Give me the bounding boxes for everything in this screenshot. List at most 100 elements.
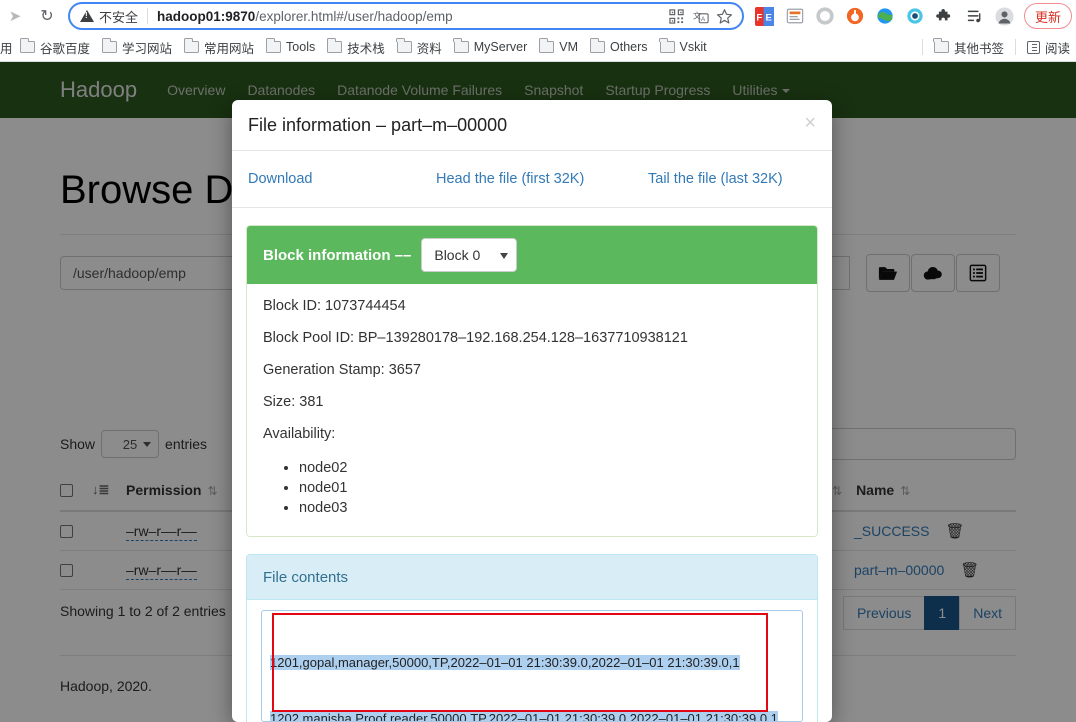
file-content-line-text: 1201,gopal,manager,50000,TP,2022–01–01 2… [270,655,740,670]
file-information-modal: File information – part–m–00000 × Downlo… [232,100,832,722]
bookmark-label: Others [610,40,648,54]
extensions-puzzle-icon[interactable] [932,4,958,28]
extension-icon-notes[interactable] [782,4,808,28]
file-contents-panel: File contents 1201,gopal,manager,50000,T… [246,554,818,722]
file-contents-textarea[interactable]: 1201,gopal,manager,50000,TP,2022–01–01 2… [261,610,803,722]
browser-toolbar: ➤ ↻ 不安全 hadoop01:9870/explorer.html#/use… [0,0,1076,32]
close-icon[interactable]: × [804,113,816,133]
svg-text:文: 文 [693,10,701,20]
file-contents-header: File contents [247,555,817,600]
folder-icon [183,38,200,53]
bookmark-item-6[interactable]: MyServer [448,35,533,59]
list-item: node02 [299,458,801,478]
download-link[interactable]: Download [248,171,436,187]
extension-icon-eye[interactable] [902,4,928,28]
folder-icon [589,38,605,53]
bookmark-label: 学习网站 [122,41,173,56]
file-content-line: 1201,gopal,manager,50000,TP,2022–01–01 2… [270,654,794,673]
extension-icon-circle[interactable] [812,4,838,28]
folder-icon [538,38,555,53]
svg-text:E: E [766,12,772,23]
browser-chrome: ➤ ↻ 不安全 hadoop01:9870/explorer.html#/use… [0,0,1076,62]
svg-text:F: F [757,12,763,23]
file-content-line-text: 1202,manisha,Proof reader,50000,TP,2022–… [270,710,778,721]
modal-action-links: Download Head the file (first 32K) Tail … [232,151,832,208]
availability-label: Availability: [263,426,336,442]
availability-list: node02 node01 node03 [263,458,801,518]
url-path: /explorer.html#/user/hadoop/emp [255,8,453,24]
url-host: hadoop01:9870 [157,8,256,24]
folder-icon [659,38,675,53]
bookmark-reading-list[interactable]: 阅读 [1021,35,1076,59]
forward-arrow-icon[interactable]: ➤ [2,3,28,29]
extension-icon-onion[interactable] [842,4,868,28]
omnibox-divider [147,8,149,24]
bookmark-item-2[interactable]: 常用网站 [178,35,260,59]
bookmark-label: MyServer [473,40,528,54]
block-select-value: Block 0 [434,247,481,263]
head-file-link[interactable]: Head the file (first 32K) [436,171,648,187]
folder-icon [453,38,469,53]
bookmark-item-5[interactable]: 资料 [391,35,448,59]
folder-icon [19,38,35,53]
svg-text:A: A [701,15,706,22]
tail-file-link[interactable]: Tail the file (last 32K) [648,171,783,187]
bookmark-label: 资料 [416,41,442,56]
list-item: node01 [299,478,801,498]
file-contents-body: 1201,gopal,manager,50000,TP,2022–01–01 2… [247,600,817,722]
list-item: node03 [299,498,801,518]
bookmark-label: Tools [286,40,316,54]
address-bar[interactable]: 不安全 hadoop01:9870/explorer.html#/user/ha… [68,2,744,30]
size-text: Size: 381 [263,394,324,410]
generation-stamp-text: Generation Stamp: 3657 [263,362,421,378]
block-information-panel: Block information –– Block 0 Block ID: 1… [246,225,818,537]
media-playlist-icon[interactable] [962,4,988,28]
bookmark-label: 技术栈 [347,41,385,56]
bookmark-label: 谷歌百度 [40,41,91,56]
translate-icon[interactable]: 文A [690,5,712,27]
folder-icon [326,38,343,53]
star-icon[interactable] [714,5,736,27]
qr-code-icon[interactable] [666,5,688,27]
bookmark-other-bookmarks[interactable]: 其他书签 [928,35,1010,59]
update-button[interactable]: 更新 [1023,3,1072,29]
block-information-label: Block information –– [263,246,412,264]
bookmark-item-7[interactable]: VM [533,35,584,59]
profile-avatar-icon[interactable] [992,4,1018,28]
bookmark-separator [1014,39,1016,55]
url-text[interactable]: hadoop01:9870/explorer.html#/user/hadoop… [157,9,664,24]
security-label: 不安全 [99,9,139,25]
bookmark-item-0[interactable]: 谷歌百度 [14,35,96,59]
warning-triangle-icon [80,10,94,22]
folder-icon [933,38,949,53]
folder-icon [396,38,412,53]
bookmark-label: Vskit [679,40,707,54]
block-panel-header: Block information –– Block 0 [247,226,817,284]
block-id-text: Block ID: 1073744454 [263,298,406,314]
file-content-line: 1202,manisha,Proof reader,50000,TP,2022–… [270,710,794,721]
bookmark-item-3[interactable]: Tools [260,35,321,59]
block-pool-id-text: Block Pool ID: BP–139280178–192.168.254.… [263,330,688,346]
modal-header: File information – part–m–00000 × [232,100,832,151]
bookmark-bar: 用 谷歌百度 学习网站 常用网站 Tools 技术栈 资料 MyServer V… [0,33,1076,61]
extension-icon-globe[interactable] [872,4,898,28]
block-select[interactable]: Block 0 [421,238,518,272]
bookmark-item-4[interactable]: 技术栈 [321,35,391,59]
extension-icons: FE 更新 [750,3,1076,29]
bookmark-label: VM [559,40,578,54]
bookmark-separator [921,39,923,55]
bookmark-item-9[interactable]: Vskit [654,35,713,59]
security-warning[interactable]: 不安全 [80,7,138,26]
bookmark-label: 其他书签 [953,41,1004,56]
reading-list-icon [1026,40,1040,54]
chevron-down-icon [500,253,509,259]
reload-icon[interactable]: ↻ [34,3,60,29]
extension-icon-fe[interactable]: FE [752,4,778,28]
bookmark-item-partial[interactable]: 用 [0,35,14,59]
bookmark-label: 阅读 [1044,41,1070,56]
block-panel-body: Block ID: 1073744454 Block Pool ID: BP–1… [247,284,817,536]
bookmark-item-8[interactable]: Others [584,35,654,59]
folder-icon [265,38,282,53]
file-contents-label: File contents [263,568,349,586]
bookmark-item-1[interactable]: 学习网站 [96,35,178,59]
